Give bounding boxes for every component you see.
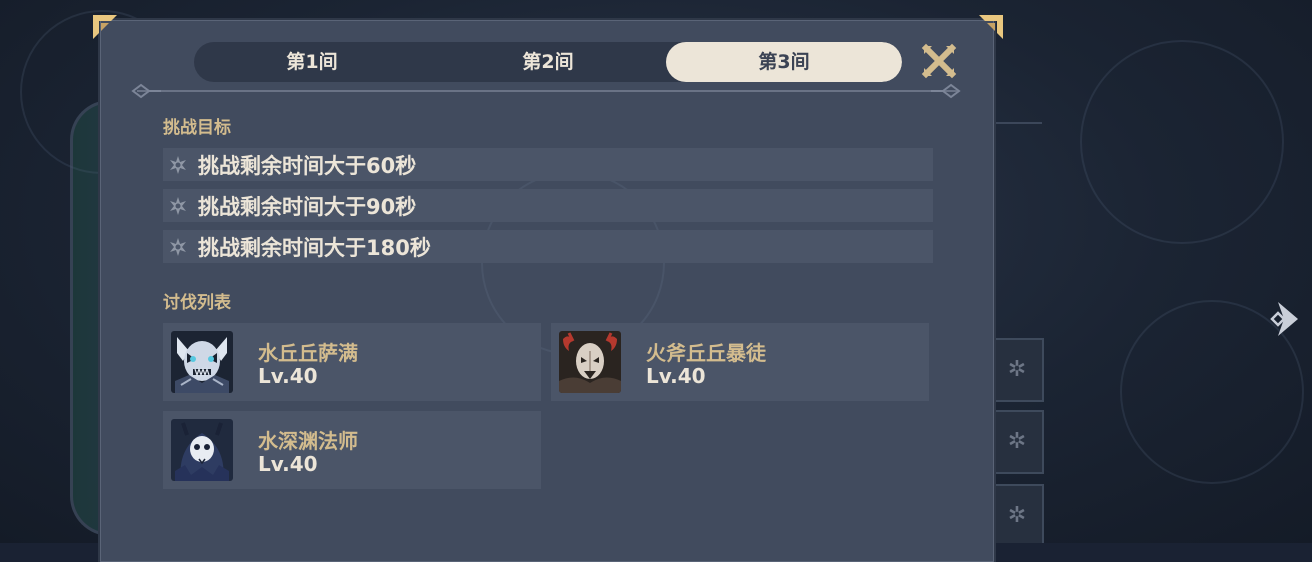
star-icon (170, 155, 186, 174)
side-star-slot: ✲ (990, 410, 1044, 474)
chamber-info-panel: 第1间 第2间 第3间 挑战目标 挑战剩余时间大于60秒 挑战剩余时间大于90秒 (93, 15, 1003, 562)
enemy-level: Lv.40 (258, 452, 318, 476)
divider-ornament-icon (931, 83, 961, 99)
side-star-slot: ✲ (990, 338, 1044, 402)
enemy-name: 火斧丘丘暴徒 (646, 341, 766, 365)
tab-chamber-1[interactable]: 第1间 (194, 42, 430, 82)
star-icon (170, 237, 186, 256)
goal-text: 挑战剩余时间大于180秒 (198, 235, 431, 260)
goal-text: 挑战剩余时间大于90秒 (198, 194, 417, 219)
star-icon (170, 196, 186, 215)
corner-ornament-icon (979, 15, 1003, 39)
goals-section-title: 挑战目标 (163, 118, 231, 138)
hydro-samachurl-portrait-icon (171, 331, 233, 393)
tab-chamber-2[interactable]: 第2间 (430, 42, 666, 82)
challenge-goal-row: 挑战剩余时间大于60秒 (163, 148, 933, 181)
chamber-tabs: 第1间 第2间 第3间 (194, 42, 902, 82)
challenge-goal-row: 挑战剩余时间大于180秒 (163, 230, 933, 263)
pyro-axe-mitachurl-portrait-icon (559, 331, 621, 393)
challenge-goal-row: 挑战剩余时间大于90秒 (163, 189, 933, 222)
enemy-name: 水深渊法师 (258, 429, 358, 453)
enemy-card[interactable]: 水深渊法师 Lv.40 (163, 411, 541, 489)
divider-ornament-icon (131, 83, 161, 99)
background-ornament (1080, 40, 1284, 244)
next-chamber-arrow-icon[interactable] (1268, 298, 1302, 340)
corner-ornament-icon (93, 15, 117, 39)
enemy-card[interactable]: 水丘丘萨满 Lv.40 (163, 323, 541, 401)
enemy-name: 水丘丘萨满 (258, 341, 358, 365)
close-icon[interactable] (921, 43, 957, 79)
goal-text: 挑战剩余时间大于60秒 (198, 153, 417, 178)
enemy-level: Lv.40 (646, 364, 706, 388)
tab-chamber-3[interactable]: 第3间 (666, 42, 902, 82)
enemy-level: Lv.40 (258, 364, 318, 388)
enemy-card[interactable]: 火斧丘丘暴徒 Lv.40 (551, 323, 929, 401)
header-divider (137, 90, 957, 92)
hydro-abyss-mage-portrait-icon (171, 419, 233, 481)
background-divider (990, 122, 1042, 124)
side-star-slot: ✲ (990, 484, 1044, 543)
enemies-section-title: 讨伐列表 (163, 293, 231, 313)
